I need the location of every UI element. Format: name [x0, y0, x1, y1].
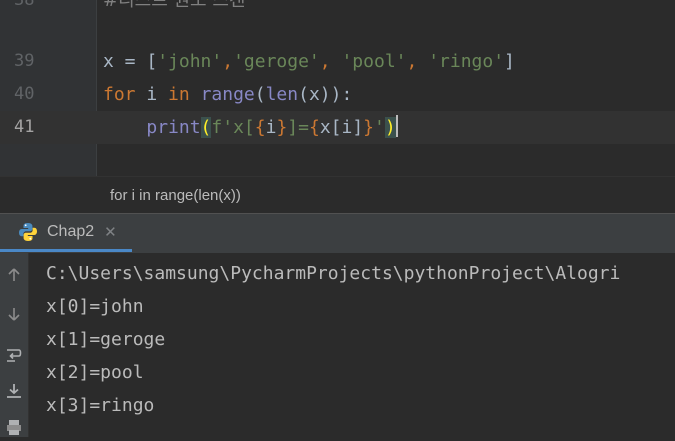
line-number: 41: [14, 117, 35, 137]
matched-paren-token: (: [200, 117, 212, 138]
keyword-token: for: [103, 84, 136, 105]
comment-token: #리스트 원소 스캔: [103, 0, 246, 11]
comma-token: ,: [222, 51, 234, 72]
brace-token: }: [276, 117, 288, 138]
matched-paren-token: ): [384, 117, 396, 138]
variable-token: x: [103, 51, 114, 72]
console-output-line: x[0]=john: [46, 296, 144, 317]
string-token: 'geroge': [233, 51, 320, 72]
text-cursor: [395, 115, 398, 137]
variable-token: i: [135, 84, 169, 105]
code-text[interactable]: #리스트 원소 스캔: [103, 0, 245, 17]
variable-token: x[i]: [319, 117, 364, 138]
builtin-token: print: [146, 117, 201, 138]
code-line-41-current[interactable]: 41 print(f'x[{i}]={x[i]}'): [0, 111, 675, 144]
bracket-token: ]: [504, 51, 515, 72]
code-line-38[interactable]: 38 #리스트 원소 스캔: [0, 0, 675, 17]
console-output-line: x[2]=pool: [46, 362, 144, 383]
code-text[interactable]: x = ['john','geroge', 'pool', 'ringo']: [103, 45, 515, 78]
console-output-line: x[1]=geroge: [46, 329, 166, 350]
fstring-token: f'x[: [211, 117, 255, 138]
code-line-40[interactable]: 40 for i in range(len(x)):: [0, 78, 675, 111]
code-editor[interactable]: 38 #리스트 원소 스캔 39 x = ['john','geroge', '…: [0, 0, 675, 176]
code-rest-token: (x)):: [298, 84, 353, 105]
soft-wrap-icon[interactable]: [0, 341, 28, 369]
line-number: 39: [14, 51, 35, 71]
code-text[interactable]: for i in range(len(x)):: [103, 78, 352, 111]
indent-token: [103, 117, 146, 138]
comma-token: ,: [319, 51, 342, 72]
string-token: 'ringo': [428, 51, 505, 72]
code-line-39[interactable]: 39 x = ['john','geroge', 'pool', 'ringo'…: [0, 45, 675, 78]
console-output-line: x[3]=ringo: [46, 395, 155, 416]
builtin-token: len: [265, 84, 299, 105]
comma-token: ,: [406, 51, 429, 72]
tab-chap2[interactable]: Chap2 ✕: [0, 214, 132, 252]
keyword-token: in: [168, 84, 190, 105]
console-toolbar: [0, 253, 29, 437]
line-number: 40: [14, 84, 35, 104]
scroll-to-end-icon[interactable]: [0, 377, 28, 405]
brace-token: {: [308, 117, 320, 138]
line-number: 38: [14, 0, 35, 10]
up-arrow-icon[interactable]: [0, 261, 28, 289]
fstring-token: ]=: [287, 117, 309, 138]
string-token: 'pool': [341, 51, 407, 72]
tab-label: Chap2: [47, 222, 95, 240]
paren-token: (: [254, 84, 266, 105]
string-token: 'john': [157, 51, 223, 72]
run-tool-window-tabs: Chap2 ✕: [0, 213, 675, 254]
builtin-token: range: [200, 84, 255, 105]
close-icon[interactable]: ✕: [104, 223, 117, 241]
console-output-line: C:\Users\samsung\PycharmProjects\pythonP…: [46, 263, 621, 284]
code-text[interactable]: print(f'x[{i}]={x[i]}'): [103, 111, 398, 144]
variable-token: i: [265, 117, 277, 138]
down-arrow-icon[interactable]: [0, 300, 28, 328]
breadcrumb[interactable]: for i in range(len(x)): [0, 176, 675, 214]
brace-token: }: [363, 117, 375, 138]
operator-token: = [: [113, 51, 158, 72]
python-icon: [18, 222, 38, 242]
run-console[interactable]: C:\Users\samsung\PycharmProjects\pythonP…: [0, 253, 675, 437]
brace-token: {: [254, 117, 266, 138]
breadcrumb-item[interactable]: for i in range(len(x)): [110, 187, 241, 204]
fstring-token: ': [374, 117, 385, 138]
